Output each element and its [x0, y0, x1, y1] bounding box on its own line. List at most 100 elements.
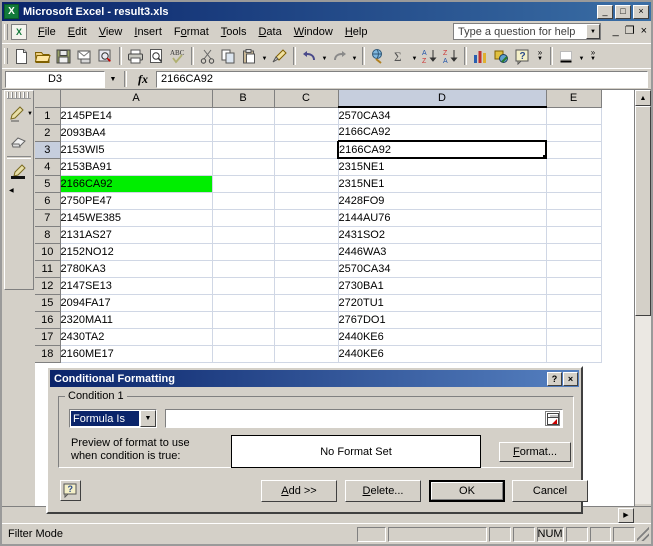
borders-icon[interactable] [556, 46, 577, 67]
cell-E18[interactable] [546, 345, 602, 363]
print-icon[interactable] [125, 46, 146, 67]
toolbar-grip[interactable] [4, 48, 8, 64]
cell-B15[interactable] [212, 294, 275, 312]
window-minimize-button[interactable]: _ [597, 4, 613, 19]
row-header-17[interactable]: 17 [35, 328, 61, 346]
row-header-3[interactable]: 3 [35, 141, 61, 159]
cell-D6[interactable]: 2428FO9 [338, 192, 547, 210]
cell-C18[interactable] [274, 345, 339, 363]
pen-chevron-down-icon[interactable]: ▼ [27, 111, 33, 117]
sort-descending-icon[interactable]: ZA [440, 46, 461, 67]
cell-B1[interactable] [212, 107, 275, 125]
cell-E12[interactable] [546, 277, 602, 295]
cell-B10[interactable] [212, 243, 275, 261]
cell-C7[interactable] [274, 209, 339, 227]
cell-C6[interactable] [274, 192, 339, 210]
cell-D17[interactable]: 2440KE6 [338, 328, 547, 346]
ask-a-question-box[interactable]: Type a question for help ▼ [453, 23, 601, 40]
name-box[interactable]: D3 [5, 70, 105, 88]
eraser-icon[interactable] [6, 130, 32, 154]
ok-button[interactable]: OK [429, 480, 505, 502]
row-header-12[interactable]: 12 [35, 277, 61, 295]
cell-C17[interactable] [274, 328, 339, 346]
format-button[interactable]: Format... [499, 442, 571, 462]
sort-ascending-icon[interactable]: AZ [419, 46, 440, 67]
cell-B3[interactable] [212, 141, 275, 159]
menu-item-data[interactable]: Data [252, 24, 287, 40]
cell-D2[interactable]: 2166CA92 [338, 124, 547, 142]
cell-E3[interactable] [546, 141, 602, 159]
cell-E11[interactable] [546, 260, 602, 278]
redo-chevron-down-icon[interactable]: ▼ [350, 46, 359, 67]
ink-toolbar-grip[interactable] [7, 92, 31, 99]
cell-A1[interactable]: 2145PE14 [60, 107, 213, 125]
column-header-d[interactable]: D [338, 90, 547, 108]
email-icon[interactable] [74, 46, 95, 67]
row-header-5[interactable]: 5 [35, 175, 61, 193]
cell-B6[interactable] [212, 192, 275, 210]
cell-E8[interactable] [546, 226, 602, 244]
cell-C16[interactable] [274, 311, 339, 329]
cell-D3[interactable]: 2166CA92 [337, 140, 547, 159]
menu-item-help[interactable]: Help [339, 24, 374, 40]
toolbar-overflow-button[interactable]: » ▼ [533, 46, 547, 67]
cell-C11[interactable] [274, 260, 339, 278]
cell-E4[interactable] [546, 158, 602, 176]
cell-E1[interactable] [546, 107, 602, 125]
print-preview-icon[interactable] [146, 46, 167, 67]
cell-C10[interactable] [274, 243, 339, 261]
menu-item-window[interactable]: Window [288, 24, 339, 40]
cell-C8[interactable] [274, 226, 339, 244]
cell-A11[interactable]: 2780KA3 [60, 260, 213, 278]
help-question-icon[interactable]: ? [60, 480, 81, 501]
cell-B2[interactable] [212, 124, 275, 142]
pen-icon[interactable] [5, 102, 29, 126]
autosum-chevron-down-icon[interactable]: ▼ [410, 46, 419, 67]
cell-C4[interactable] [274, 158, 339, 176]
vertical-scrollbar-thumb[interactable] [635, 106, 651, 316]
cut-icon[interactable] [197, 46, 218, 67]
row-header-10[interactable]: 10 [35, 243, 61, 261]
redo-icon[interactable] [329, 46, 350, 67]
cell-D4[interactable]: 2315NE1 [338, 158, 547, 176]
cell-E10[interactable] [546, 243, 602, 261]
row-header-8[interactable]: 8 [35, 226, 61, 244]
select-all-corner-button[interactable] [35, 90, 61, 108]
cell-A3[interactable]: 2153WI5 [60, 141, 213, 159]
cell-C3[interactable] [274, 141, 339, 159]
menu-item-view[interactable]: View [93, 24, 129, 40]
undo-icon[interactable] [299, 46, 320, 67]
cell-D1[interactable]: 2570CA34 [338, 107, 547, 125]
cell-E17[interactable] [546, 328, 602, 346]
save-icon[interactable] [53, 46, 74, 67]
cell-A6[interactable]: 2750PE47 [60, 192, 213, 210]
menu-item-format[interactable]: Format [168, 24, 215, 40]
cell-A2[interactable]: 2093BA4 [60, 124, 213, 142]
column-header-a[interactable]: A [60, 90, 213, 108]
cell-D16[interactable]: 2767DO1 [338, 311, 547, 329]
cell-E2[interactable] [546, 124, 602, 142]
cell-A7[interactable]: 2145WE385 [60, 209, 213, 227]
help-icon[interactable]: ? [512, 46, 533, 67]
cell-E6[interactable] [546, 192, 602, 210]
vertical-scrollbar[interactable]: ▲ [634, 90, 651, 520]
dialog-titlebar[interactable]: Conditional Formatting ? × [50, 370, 579, 387]
cell-A5[interactable]: 2166CA92 [60, 175, 213, 193]
row-header-11[interactable]: 11 [35, 260, 61, 278]
chevron-down-icon[interactable]: ▼ [586, 24, 600, 39]
cell-A10[interactable]: 2152NO12 [60, 243, 213, 261]
cell-E5[interactable] [546, 175, 602, 193]
cell-C12[interactable] [274, 277, 339, 295]
paste-icon[interactable] [239, 46, 260, 67]
cell-D12[interactable]: 2730BA1 [338, 277, 547, 295]
cell-B7[interactable] [212, 209, 275, 227]
new-icon[interactable] [11, 46, 32, 67]
menu-item-insert[interactable]: Insert [128, 24, 168, 40]
cell-E7[interactable] [546, 209, 602, 227]
cell-D8[interactable]: 2431SO2 [338, 226, 547, 244]
cell-B4[interactable] [212, 158, 275, 176]
cell-C15[interactable] [274, 294, 339, 312]
cell-A4[interactable]: 2153BA91 [60, 158, 213, 176]
scroll-up-icon[interactable]: ▲ [635, 90, 651, 106]
cell-E15[interactable] [546, 294, 602, 312]
